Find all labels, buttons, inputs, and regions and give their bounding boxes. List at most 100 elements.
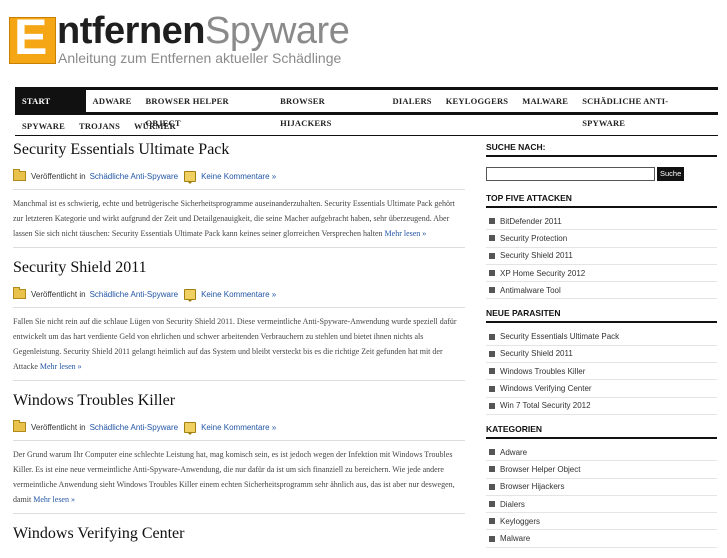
category-item-link[interactable]: Browser Helper Object: [500, 465, 580, 474]
list-item: Win 7 Total Security 2012: [486, 398, 717, 415]
post: Security Essentials Ultimate Pack Veröff…: [13, 139, 465, 248]
site-logo-icon[interactable]: E: [9, 12, 56, 64]
nav-divider: [15, 135, 718, 136]
published-label: Veröffentlicht in: [31, 289, 86, 299]
post-meta: Veröffentlicht in Schädliche Anti-Spywar…: [13, 165, 465, 187]
list-item: Dialers: [486, 496, 717, 514]
list-item: XP Home Security 2012: [486, 265, 717, 283]
list-item: Antimalware Tool: [486, 282, 717, 300]
comment-icon: [184, 170, 197, 184]
nav-item-spyware[interactable]: Spyware: [15, 115, 72, 137]
parasite-link[interactable]: Win 7 Total Security 2012: [500, 401, 591, 410]
parasite-link[interactable]: Security Essentials Ultimate Pack: [500, 332, 619, 341]
bullet-icon: [489, 449, 495, 456]
new-parasites-title: Neue Parasiten: [486, 305, 717, 324]
bullet-icon: [489, 350, 495, 357]
category-item-link[interactable]: Adware: [500, 448, 527, 457]
read-more-link[interactable]: Mehr lesen »: [33, 495, 75, 504]
category-link[interactable]: Schädliche Anti-Spyware: [90, 423, 179, 432]
top-attack-link[interactable]: XP Home Security 2012: [500, 269, 585, 278]
post-divider: [13, 440, 465, 441]
top-attacks-title: Top Five Attacken: [486, 190, 717, 208]
search-button[interactable]: Suche: [657, 167, 685, 181]
bullet-icon: [489, 535, 495, 542]
post-meta: Veröffentlicht in Schädliche Anti-Spywar…: [13, 416, 465, 438]
comments-link[interactable]: Keine Kommentare »: [201, 290, 276, 299]
read-more-link[interactable]: Mehr lesen »: [40, 362, 82, 371]
post-list: Security Essentials Ultimate Pack Veröff…: [13, 139, 465, 558]
top-attack-link[interactable]: Antimalware Tool: [500, 286, 561, 295]
nav-item-schaedliche-anti-spyware[interactable]: Schädliche Anti-Spyware: [575, 90, 718, 128]
published-label: Veröffentlicht in: [31, 422, 86, 432]
post-meta: Veröffentlicht in Schädliche Anti-Spywar…: [13, 283, 465, 305]
category-link[interactable]: Schädliche Anti-Spyware: [90, 172, 179, 181]
list-item: Keyloggers: [486, 513, 717, 531]
site-title[interactable]: ntfernenSpyware: [57, 10, 350, 52]
bullet-icon: [489, 270, 495, 277]
main-navigation: Start Seite Adware Browser Helper Object…: [15, 90, 718, 137]
list-item: BitDefender 2011: [486, 213, 717, 231]
category-item-link[interactable]: Dialers: [500, 500, 525, 509]
search-input[interactable]: [486, 167, 655, 181]
nav-item-browser-hijackers[interactable]: Browser Hijackers: [273, 90, 385, 128]
bullet-icon: [489, 402, 495, 409]
folder-icon: [13, 169, 26, 181]
parasite-link[interactable]: Windows Verifying Center: [500, 384, 592, 393]
post: Security Shield 2011 Veröffentlicht in S…: [13, 257, 465, 381]
parasite-link[interactable]: Windows Troubles Killer: [500, 367, 585, 376]
category-item-link[interactable]: Browser Hijackers: [500, 482, 564, 491]
bullet-icon: [489, 483, 495, 490]
top-attack-link[interactable]: Security Protection: [500, 234, 567, 243]
site-title-part1: ntfernen: [57, 10, 206, 52]
comments-link[interactable]: Keine Kommentare »: [201, 172, 276, 181]
category-item-link[interactable]: Keyloggers: [500, 517, 540, 526]
search-form: Suche: [486, 167, 717, 181]
list-item: Browser Helper Object: [486, 461, 717, 479]
read-more-link[interactable]: Mehr lesen »: [385, 229, 427, 238]
top-attack-link[interactable]: BitDefender 2011: [500, 217, 562, 226]
parasite-link[interactable]: Security Shield 2011: [500, 349, 573, 358]
post-divider: [13, 247, 465, 248]
post-title[interactable]: Windows Verifying Center: [13, 523, 465, 549]
bullet-icon: [489, 368, 495, 375]
bullet-icon: [489, 218, 495, 225]
comment-icon: [184, 421, 197, 435]
bullet-icon: [489, 287, 495, 294]
bullet-icon: [489, 518, 495, 525]
post-title[interactable]: Security Shield 2011: [13, 257, 465, 283]
nav-item-start-seite[interactable]: Start Seite: [15, 90, 86, 128]
bullet-icon: [489, 385, 495, 392]
post-excerpt: Der Grund warum Ihr Computer eine schlec…: [13, 447, 465, 507]
list-item: Malware: [486, 530, 717, 548]
post-divider: [13, 189, 465, 190]
site-title-part2: Spyware: [205, 10, 350, 52]
list-item: Windows Verifying Center: [486, 380, 717, 398]
list-item: Security Essentials Ultimate Pack: [486, 328, 717, 346]
bullet-icon: [489, 235, 495, 242]
bullet-icon: [489, 333, 495, 340]
nav-item-trojans[interactable]: Trojans: [72, 115, 127, 137]
bullet-icon: [489, 252, 495, 259]
category-item-link[interactable]: Malware: [500, 534, 530, 543]
nav-item-browser-helper-object[interactable]: Browser Helper Object: [139, 90, 274, 128]
nav-item-malware[interactable]: Malware: [515, 90, 575, 112]
comments-link[interactable]: Keine Kommentare »: [201, 423, 276, 432]
post-excerpt-text: Der Grund warum Ihr Computer eine schlec…: [13, 450, 455, 504]
list-item: Windows Troubles Killer: [486, 363, 717, 381]
nav-item-wuermer[interactable]: Würmer: [127, 115, 183, 137]
bullet-icon: [489, 501, 495, 507]
new-parasites-list: Security Essentials Ultimate Pack Securi…: [486, 328, 717, 415]
top-attack-link[interactable]: Security Shield 2011: [500, 251, 573, 260]
nav-item-keyloggers[interactable]: Keyloggers: [439, 90, 515, 112]
categories-list: Adware Browser Helper Object Browser Hij…: [486, 444, 717, 548]
post: Windows Verifying Center: [13, 523, 465, 549]
post-title[interactable]: Windows Troubles Killer: [13, 390, 465, 416]
post-divider: [13, 513, 465, 514]
list-item: Browser Hijackers: [486, 479, 717, 496]
nav-item-adware[interactable]: Adware: [86, 90, 139, 112]
list-item: Security Shield 2011: [486, 346, 717, 364]
post-title[interactable]: Security Essentials Ultimate Pack: [13, 139, 465, 165]
category-link[interactable]: Schädliche Anti-Spyware: [90, 290, 179, 299]
nav-item-dialers[interactable]: Dialers: [386, 90, 439, 112]
post-divider: [13, 307, 465, 308]
